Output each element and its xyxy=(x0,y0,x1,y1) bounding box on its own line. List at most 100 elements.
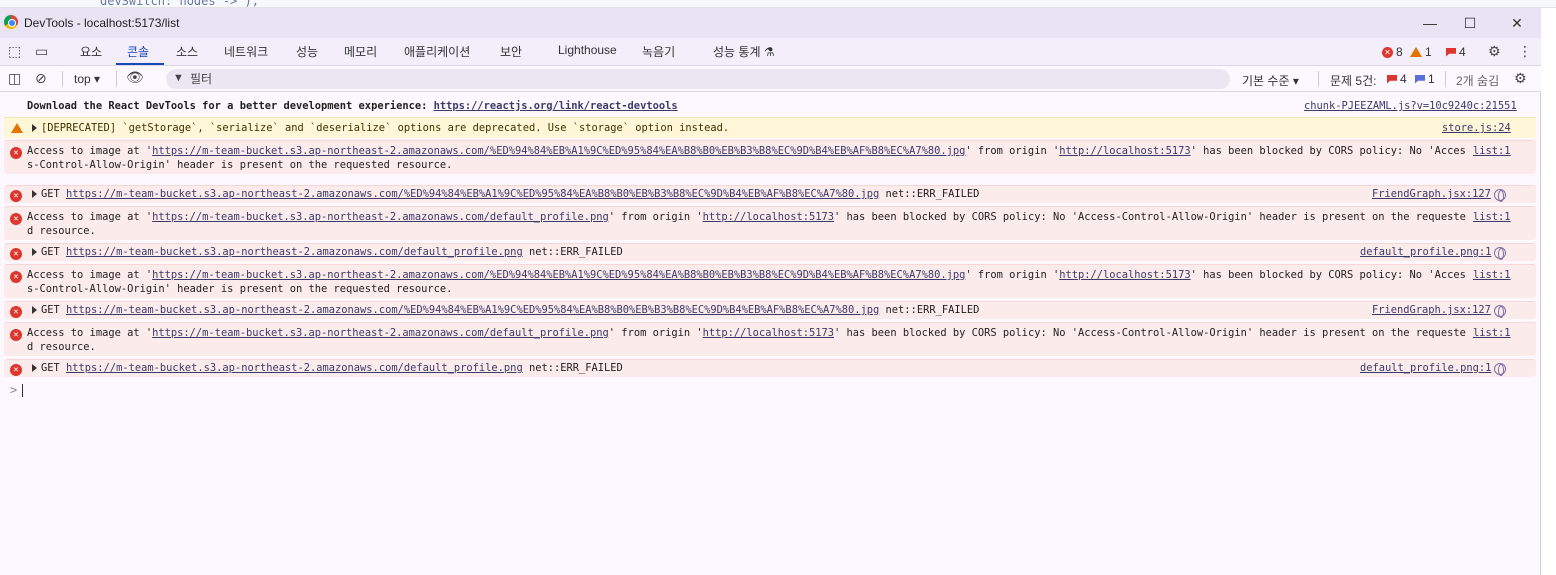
message-source-link[interactable]: FriendGraph.jsx:127 xyxy=(1372,187,1491,201)
message-source-link[interactable]: list:1 xyxy=(1473,210,1511,224)
origin-link[interactable]: http://localhost:5173 xyxy=(703,327,834,339)
hidden-count: 2개 숨김 xyxy=(1456,74,1500,88)
issues-info-count[interactable]: 1 xyxy=(1415,72,1435,86)
message-source-link[interactable]: FriendGraph.jsx:127 xyxy=(1372,303,1491,317)
settings-gear-icon[interactable]: ⚙ xyxy=(1488,43,1501,60)
message-text: Access to image at 'https://m-team-bucke… xyxy=(27,327,1466,353)
tab-security[interactable]: 보안 xyxy=(500,43,522,60)
error-icon: ✕ xyxy=(10,188,22,202)
sidebar-toggle-icon[interactable]: ◫ xyxy=(8,70,21,87)
message-text: Access to image at 'https://m-team-bucke… xyxy=(27,145,1466,171)
expand-arrow-icon[interactable] xyxy=(32,306,37,314)
console-message-error: ✕ GET https://m-team-bucket.s3.ap-northe… xyxy=(4,359,1536,377)
issue-count-value: 4 xyxy=(1459,45,1466,59)
console-message-error: ✕ Access to image at 'https://m-team-buc… xyxy=(4,140,1536,174)
expand-arrow-icon[interactable] xyxy=(32,124,37,132)
error-icon: ✕ xyxy=(10,246,22,260)
message-source-link[interactable]: store.js:24 xyxy=(1442,121,1511,135)
message-text[interactable]: [DEPRECATED] `getStorage`, `serialize` a… xyxy=(32,121,1472,135)
tab-recorder[interactable]: 녹음기 xyxy=(642,43,675,60)
log-levels-dropdown[interactable]: 기본 수준 ▾ xyxy=(1242,72,1299,89)
message-link[interactable]: https://reactjs.org/link/react-devtools xyxy=(434,100,678,112)
message-source-link[interactable]: chunk-PJEEZAML.js?v=10c9240c:21551 xyxy=(1304,99,1517,113)
inspect-element-icon[interactable]: ⬚ xyxy=(8,43,21,60)
error-icon: ✕ xyxy=(10,211,22,225)
tab-sources[interactable]: 소스 xyxy=(176,43,198,60)
filter-icon: ▼ xyxy=(173,72,184,84)
console-prompt-icon: > xyxy=(10,383,18,397)
message-text: Download the React DevTools for a better… xyxy=(27,100,678,112)
console-message-info: Download the React DevTools for a better… xyxy=(4,98,1536,114)
toolbar-divider xyxy=(116,71,117,87)
context-selector[interactable]: top ▾ xyxy=(74,72,100,86)
error-icon: ✕ xyxy=(10,269,22,283)
warning-count[interactable]: 1 xyxy=(1410,45,1432,59)
tab-performance-insights[interactable]: 성능 통계 ⚗ xyxy=(713,43,775,60)
expand-arrow-icon[interactable] xyxy=(32,190,37,198)
console-message-error: ✕ Access to image at 'https://m-team-buc… xyxy=(4,264,1536,298)
message-source-link[interactable]: list:1 xyxy=(1473,268,1511,282)
message-source-link[interactable]: default_profile.png:1 xyxy=(1360,245,1491,259)
console-message-error: ✕ Access to image at 'https://m-team-buc… xyxy=(4,322,1536,356)
error-icon: ✕ xyxy=(10,327,22,341)
message-link[interactable]: https://m-team-bucket.s3.ap-northeast-2.… xyxy=(152,211,609,223)
issues-error-count[interactable]: 4 xyxy=(1387,72,1407,86)
title-bar: DevTools - localhost:5173/list — ☐ ✕ xyxy=(0,8,1541,38)
panel-tab-bar: ⬚ ▭ 요소 콘솔 소스 네트워크 성능 메모리 애플리케이션 보안 Light… xyxy=(0,38,1541,66)
console-input-caret[interactable] xyxy=(22,384,23,397)
message-text: Access to image at 'https://m-team-bucke… xyxy=(27,269,1466,295)
network-globe-icon[interactable] xyxy=(1494,363,1506,376)
message-source-link[interactable]: default_profile.png:1 xyxy=(1360,361,1491,375)
error-count[interactable]: ✕ 8 xyxy=(1382,45,1403,59)
device-toolbar-icon[interactable]: ▭ xyxy=(35,43,48,60)
issues-info-value: 1 xyxy=(1428,72,1435,86)
clear-console-icon[interactable]: ⊘ xyxy=(35,70,47,87)
filter-box[interactable]: ▼ xyxy=(166,69,1230,89)
origin-link[interactable]: http://localhost:5173 xyxy=(1059,145,1190,157)
message-text[interactable]: GET https://m-team-bucket.s3.ap-northeas… xyxy=(32,361,1472,375)
tab-memory[interactable]: 메모리 xyxy=(344,43,377,60)
tab-elements[interactable]: 요소 xyxy=(80,43,102,60)
issue-count[interactable]: 4 xyxy=(1446,45,1466,59)
expand-arrow-icon[interactable] xyxy=(32,364,37,372)
message-text[interactable]: GET https://m-team-bucket.s3.ap-northeas… xyxy=(32,187,1472,201)
close-button[interactable]: ✕ xyxy=(1497,12,1537,34)
network-globe-icon[interactable] xyxy=(1494,189,1506,202)
error-icon: ✕ xyxy=(1382,46,1393,58)
message-source-link[interactable]: list:1 xyxy=(1473,326,1511,340)
message-source-link[interactable]: list:1 xyxy=(1473,144,1511,158)
issues-label[interactable]: 문제 5건: xyxy=(1330,72,1376,89)
origin-link[interactable]: http://localhost:5173 xyxy=(1059,269,1190,281)
live-expression-eye-icon[interactable]: 👁 xyxy=(126,69,144,86)
issue-flag-icon xyxy=(1387,74,1397,84)
background-editor-strip: devSwitch: nodes -> ); xyxy=(0,0,1556,8)
more-options-icon[interactable]: ⋮ xyxy=(1518,43,1532,60)
message-link[interactable]: https://m-team-bucket.s3.ap-northeast-2.… xyxy=(152,269,965,281)
tab-lighthouse[interactable]: Lighthouse xyxy=(558,43,617,57)
origin-link[interactable]: http://localhost:5173 xyxy=(703,211,834,223)
message-link[interactable]: https://m-team-bucket.s3.ap-northeast-2.… xyxy=(66,188,879,200)
window-title: DevTools - localhost:5173/list xyxy=(24,16,180,30)
message-text[interactable]: GET https://m-team-bucket.s3.ap-northeas… xyxy=(32,303,1472,317)
message-link[interactable]: https://m-team-bucket.s3.ap-northeast-2.… xyxy=(66,304,879,316)
console-settings-gear-icon[interactable]: ⚙ xyxy=(1514,70,1527,87)
network-globe-icon[interactable] xyxy=(1494,305,1506,318)
minimize-button[interactable]: — xyxy=(1410,12,1450,34)
network-globe-icon[interactable] xyxy=(1494,247,1506,260)
filter-input[interactable] xyxy=(190,71,1190,87)
message-link[interactable]: https://m-team-bucket.s3.ap-northeast-2.… xyxy=(66,246,523,258)
devtools-window: DevTools - localhost:5173/list — ☐ ✕ ⬚ ▭… xyxy=(0,8,1541,575)
maximize-button[interactable]: ☐ xyxy=(1450,12,1490,34)
issues-error-value: 4 xyxy=(1400,72,1407,86)
tab-application[interactable]: 애플리케이션 xyxy=(404,43,470,60)
message-link[interactable]: https://m-team-bucket.s3.ap-northeast-2.… xyxy=(152,145,965,157)
console-message-error: ✕ GET https://m-team-bucket.s3.ap-northe… xyxy=(4,301,1536,319)
tab-console[interactable]: 콘솔 xyxy=(127,43,149,60)
message-link[interactable]: https://m-team-bucket.s3.ap-northeast-2.… xyxy=(66,362,523,374)
tab-performance[interactable]: 성능 xyxy=(296,43,318,60)
console-toolbar: ◫ ⊘ top ▾ 👁 ▼ 기본 수준 ▾ 문제 5건: 4 1 2개 숨김 ⚙ xyxy=(0,66,1541,92)
expand-arrow-icon[interactable] xyxy=(32,248,37,256)
tab-network[interactable]: 네트워크 xyxy=(224,43,268,60)
message-text[interactable]: GET https://m-team-bucket.s3.ap-northeas… xyxy=(32,245,1472,259)
message-link[interactable]: https://m-team-bucket.s3.ap-northeast-2.… xyxy=(152,327,609,339)
